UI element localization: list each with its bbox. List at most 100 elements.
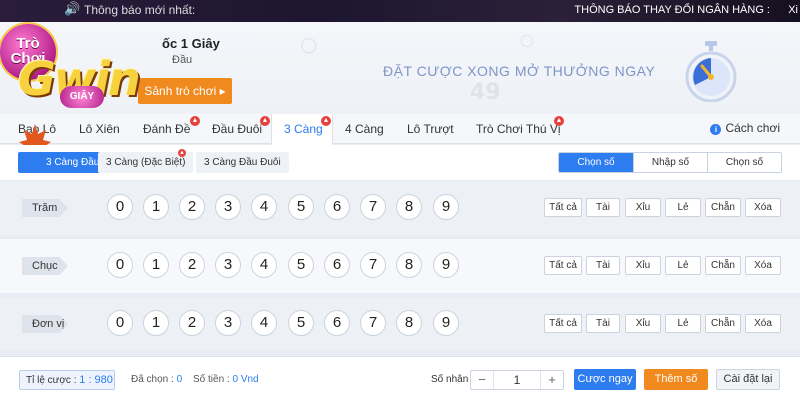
notice-overflow-text: Xi [788,4,798,16]
digit-ball[interactable]: 0 [107,310,133,336]
row-label: Chục [22,257,68,275]
select-big-button[interactable]: Tài [586,314,620,333]
subtab-3-cang-dau-duoi[interactable]: 3 Càng Đầu Đuôi [196,152,289,173]
multiplier-input[interactable]: 1 [493,371,541,389]
digit-row-tens: Chục 0 1 2 3 4 5 6 7 8 9 Tất cả Tài Xỉu … [0,239,800,293]
digit-ball[interactable]: 5 [288,310,314,336]
decrement-button[interactable]: − [471,371,493,389]
select-odd-button[interactable]: Lẻ [665,256,701,275]
select-big-button[interactable]: Tài [586,256,620,275]
select-even-button[interactable]: Chẵn [705,314,741,333]
subtab-3-cang-dau[interactable]: 3 Càng Đầu [18,152,108,173]
add-number-button[interactable]: Thêm số [644,369,708,390]
digit-ball[interactable]: 6 [324,310,350,336]
selected-label: Đã chọn : [131,374,174,385]
multiplier-stepper: − 1 + [470,370,564,390]
clear-button[interactable]: Xóa [745,256,781,275]
tab-3-cang[interactable]: 3 Càng [284,122,323,136]
digit-ball[interactable]: 6 [324,194,350,220]
mode-chon-so[interactable]: Chọn số [559,153,633,172]
digit-ball[interactable]: 2 [179,252,205,278]
digit-ball[interactable]: 4 [251,310,277,336]
reset-button[interactable]: Cài đặt lại [716,369,780,390]
select-small-button[interactable]: Xỉu [625,256,661,275]
hot-badge-icon: ▲ [178,149,186,157]
select-all-button[interactable]: Tất cả [544,198,582,217]
ratio-label: Tỉ lệ cược : [26,375,77,386]
mode-nhap-so[interactable]: Nhập số [633,153,707,172]
bank-change-notice[interactable]: THÔNG BÁO THAY ĐỔI NGÂN HÀNG : [574,4,770,16]
digit-ball[interactable]: 4 [251,194,277,220]
digit-row-units: Đơn vị 0 1 2 3 4 5 6 7 8 9 Tất cả Tài Xỉ… [0,297,800,351]
mode-chon-so-nhanh[interactable]: Chọn số nhanh [707,153,781,172]
select-small-button[interactable]: Xỉu [625,314,661,333]
game-type-tabs: Bao Lô Lô Xiên Đánh Đề ▲ Đầu Đuôi ▲ 3 Cà… [0,114,800,145]
hot-badge-icon: ▲ [260,116,270,126]
bet-footer: Tỉ lệ cược : 1 : 980 Đã chọn : 0 Số tiền… [0,356,800,400]
select-all-button[interactable]: Tất cả [544,314,582,333]
select-small-button[interactable]: Xỉu [625,198,661,217]
tab-danh-de[interactable]: Đánh Đề [143,122,190,136]
digit-row-hundreds: Trăm 0 1 2 3 4 5 6 7 8 9 Tất cả Tài Xỉu … [0,181,800,235]
digit-ball[interactable]: 4 [251,252,277,278]
bet-now-button[interactable]: Cược ngay [574,369,636,390]
digit-ball[interactable]: 6 [324,252,350,278]
digit-ball[interactable]: 0 [107,194,133,220]
increment-button[interactable]: + [541,371,563,389]
digit-ball[interactable]: 8 [396,194,422,220]
clear-button[interactable]: Xóa [745,314,781,333]
digit-ball[interactable]: 1 [143,310,169,336]
how-to-play-link[interactable]: i Cách chơi [710,121,780,135]
input-mode-group: Chọn số Nhập số Chọn số nhanh [558,152,782,173]
how-to-play-label: Cách chơi [725,121,780,135]
digit-ball[interactable]: 7 [360,252,386,278]
digit-ball[interactable]: 3 [215,194,241,220]
select-odd-button[interactable]: Lẻ [665,198,701,217]
digit-ball[interactable]: 9 [433,252,459,278]
background-decoration: ○ [300,32,318,56]
seconds-badge: GIÂY [60,86,104,108]
digit-ball[interactable]: 7 [360,310,386,336]
select-big-button[interactable]: Tài [586,198,620,217]
digit-ball[interactable]: 9 [433,310,459,336]
digit-ball[interactable]: 1 [143,194,169,220]
hot-badge-icon: ▲ [190,116,200,126]
digit-ball[interactable]: 3 [215,310,241,336]
announcement-label: Thông báo mới nhất: [84,3,196,17]
digit-ball[interactable]: 8 [396,252,422,278]
select-even-button[interactable]: Chẵn [705,256,741,275]
payout-ratio: Tỉ lệ cược : 1 : 980 [19,370,115,390]
digit-ball[interactable]: 5 [288,194,314,220]
sub-tab-row: 3 Càng Đầu 3 Càng (Đặc Biệt) ▲ 3 Càng Đầ… [0,145,800,180]
brand-logo[interactable]: Trò Chơi Gwin GIÂY [0,22,190,112]
clear-button[interactable]: Xóa [745,198,781,217]
tab-dau-duoi[interactable]: Đầu Đuôi [212,122,262,136]
background-decoration: ○ [520,30,534,49]
multiplier-label: Số nhân : [431,374,474,385]
announcement-bar: 🔊 Thông báo mới nhất: THÔNG BÁO THAY ĐỔI… [0,0,800,22]
stopwatch-icon [685,41,737,102]
tab-lo-xien[interactable]: Lô Xiên [79,122,120,136]
digit-ball[interactable]: 8 [396,310,422,336]
select-all-button[interactable]: Tất cả [544,256,582,275]
digit-ball[interactable]: 7 [360,194,386,220]
select-even-button[interactable]: Chẵn [705,198,741,217]
speaker-icon: 🔊 [64,1,81,16]
background-number: 49 [470,80,501,105]
digit-ball[interactable]: 3 [215,252,241,278]
digit-ball[interactable]: 0 [107,252,133,278]
digit-ball[interactable]: 5 [288,252,314,278]
digit-ball[interactable]: 2 [179,310,205,336]
select-odd-button[interactable]: Lẻ [665,314,701,333]
digit-ball[interactable]: 2 [179,194,205,220]
row-label: Đơn vị [22,315,68,333]
tab-tro-choi-thu-vi[interactable]: Trò Chơi Thú Vị [476,122,561,136]
hot-badge-icon: ▲ [321,116,331,126]
amount-value: 0 Vnd [232,374,259,385]
selected-count: Đã chọn : 0 [131,374,182,385]
amount-total: Số tiền : 0 Vnd [193,374,259,385]
digit-ball[interactable]: 9 [433,194,459,220]
digit-ball[interactable]: 1 [143,252,169,278]
tab-4-cang[interactable]: 4 Càng [345,122,384,136]
tab-lo-truot[interactable]: Lô Trượt [407,122,454,136]
